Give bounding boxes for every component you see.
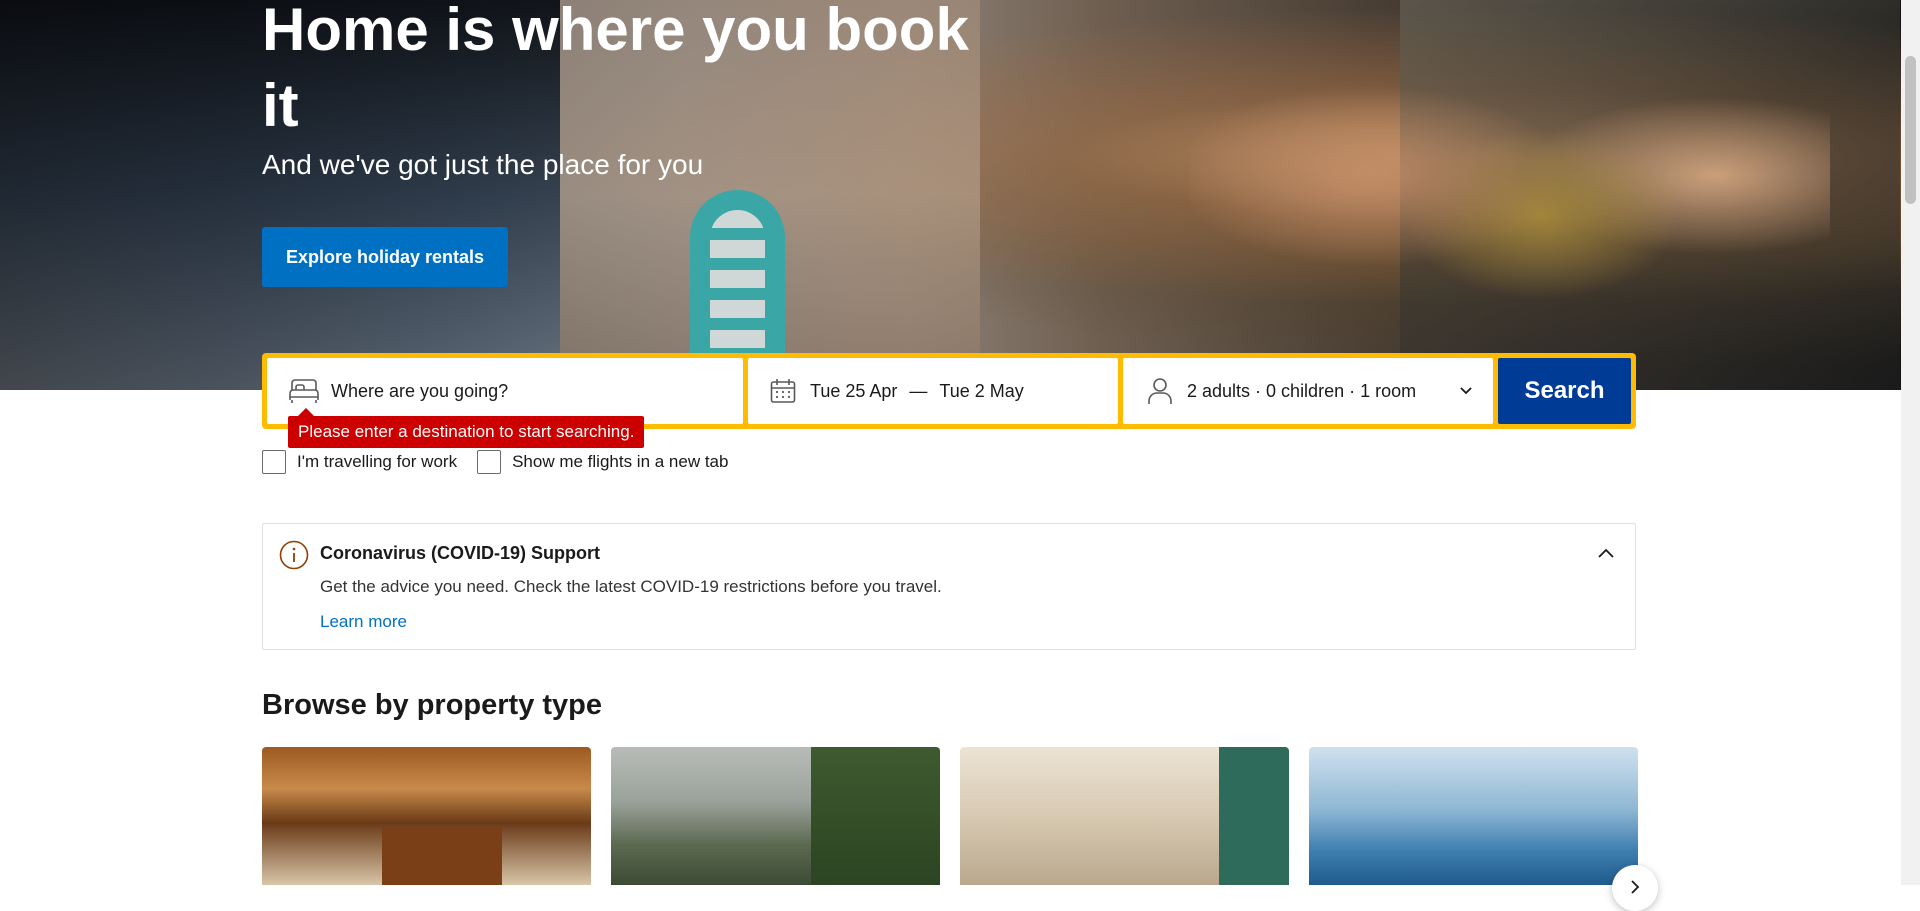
covid-description: Get the advice you need. Check the lates… <box>320 577 942 596</box>
destination-field[interactable]: Where are you going? <box>267 358 743 424</box>
info-icon <box>279 540 309 575</box>
hero-people-image <box>1190 0 1830 390</box>
check-out-date[interactable]: Tue 2 May <box>939 381 1023 402</box>
scrollbar-thumb[interactable] <box>1905 56 1916 204</box>
calendar-icon <box>768 376 798 406</box>
carousel-next-button[interactable] <box>1612 865 1658 911</box>
checkbox-box[interactable] <box>477 450 502 474</box>
work-travel-label: I'm travelling for work <box>297 452 458 471</box>
work-travel-checkbox[interactable]: I'm travelling for work <box>262 450 457 474</box>
flights-tab-checkbox[interactable]: Show me flights in a new tab <box>477 450 728 474</box>
covid-title: Coronavirus (COVID-19) Support <box>320 543 601 563</box>
property-card-image[interactable] <box>262 747 591 885</box>
guests-summary: 2 adults · 0 children · 1 room <box>1187 380 1417 401</box>
flights-tab-label: Show me flights in a new tab <box>512 452 729 471</box>
page-scrollbar[interactable] <box>1901 0 1920 885</box>
covid-support-banner: Coronavirus (COVID-19) Support Get the a… <box>262 523 1636 650</box>
search-options: I'm travelling for work Show me flights … <box>262 450 748 474</box>
checkbox-box[interactable] <box>262 450 286 474</box>
hero-banner: Home is where you book it And we've got … <box>0 0 1901 390</box>
check-in-date[interactable]: Tue 25 Apr <box>810 381 897 402</box>
person-icon <box>1145 376 1175 406</box>
property-card-image[interactable] <box>1309 747 1638 885</box>
destination-error-tooltip: Please enter a destination to start sear… <box>288 408 645 448</box>
bed-icon <box>289 376 319 406</box>
chevron-up-icon[interactable] <box>1597 546 1615 565</box>
explore-holiday-rentals-button[interactable]: Explore holiday rentals <box>262 227 508 287</box>
learn-more-link[interactable]: Learn more <box>320 612 407 632</box>
hero-subtitle: And we've got just the place for you <box>262 149 704 180</box>
chevron-down-icon <box>1459 380 1473 400</box>
destination-input[interactable]: Where are you going? <box>331 381 508 402</box>
browse-section-title: Browse by property type <box>262 689 603 721</box>
search-button[interactable]: Search <box>1498 358 1631 424</box>
dates-field[interactable]: Tue 25 Apr — Tue 2 May <box>748 358 1118 424</box>
property-card-image[interactable] <box>611 747 940 885</box>
guests-field[interactable]: 2 adults · 0 children · 1 room <box>1123 358 1493 424</box>
hero-title: Home is where you book it <box>262 0 969 139</box>
date-separator: — <box>909 380 928 401</box>
property-card-image[interactable] <box>960 747 1289 885</box>
chevron-right-icon <box>1629 879 1641 898</box>
